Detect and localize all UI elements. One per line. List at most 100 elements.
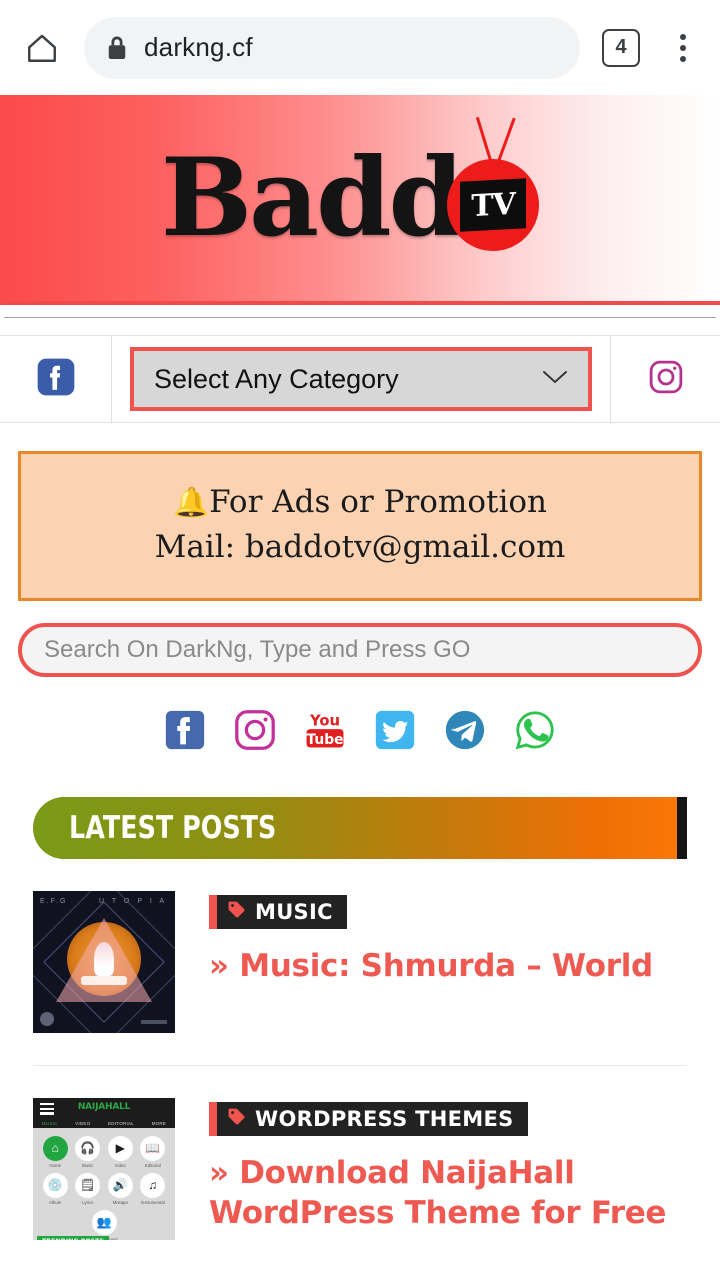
- status-badge[interactable]: MUSIC: [209, 894, 347, 929]
- status-badge[interactable]: WORDPRESS THEMES: [209, 1101, 528, 1136]
- latest-posts-banner: LATEST POSTS: [33, 796, 677, 859]
- youtube-icon[interactable]: You Tube: [301, 706, 349, 754]
- site-logo: Badd TV: [160, 116, 540, 261]
- browser-toolbar: darkng.cf 4: [0, 0, 720, 95]
- banner-gap: [0, 305, 720, 317]
- naijahall-label-home: Home: [49, 1162, 62, 1168]
- home-icon: ⌂: [42, 1135, 68, 1161]
- label-mark-right: [141, 1019, 167, 1024]
- disc-icon: 💿: [42, 1172, 68, 1198]
- tag-icon: [227, 900, 246, 924]
- latest-posts-title: LATEST POSTS: [69, 809, 277, 846]
- album-art-left-text: E.F.G: [40, 897, 68, 905]
- label-mark-icon: [40, 1011, 54, 1026]
- naijahall-cell-mixtape: 🔊 Mixtape: [105, 1172, 135, 1205]
- naijahall-cell-instrumental: ♫ Instrumental: [138, 1172, 168, 1205]
- post-title-link[interactable]: » Music: Shmurda – World: [209, 947, 687, 987]
- post-list: E.F.G U T O P I A MUSIC » Music: Shmurda…: [33, 859, 687, 1272]
- naijahall-label-instrumental: Instrumental: [140, 1199, 165, 1205]
- music-note-icon: ♫: [140, 1172, 166, 1198]
- nav-facebook-link[interactable]: [0, 336, 112, 422]
- category-select-label: Select Any Category: [154, 363, 399, 394]
- speaker-icon: 🔊: [107, 1172, 133, 1198]
- tab-counter-button[interactable]: 4: [602, 28, 640, 67]
- list-item[interactable]: E.F.G U T O P I A MUSIC » Music: Shmurda…: [33, 859, 687, 1065]
- buddha-figure: [94, 941, 114, 976]
- site-logo-text: Badd: [160, 135, 464, 261]
- url-text: darkng.cf: [144, 32, 253, 62]
- naijahall-label-video: Video: [114, 1162, 126, 1168]
- instagram-icon[interactable]: [231, 706, 279, 754]
- instagram-icon: [645, 356, 687, 403]
- category-select-container: Select Any Category: [112, 336, 610, 422]
- naijahall-header: NAIJAHALL MUSIC VIDEO EDITORIAL MORE: [33, 1097, 175, 1128]
- site-logo-banner: Badd TV: [0, 95, 720, 305]
- naijahall-tabs: MUSIC VIDEO EDITORIAL MORE: [33, 1121, 175, 1126]
- twitter-icon[interactable]: [371, 706, 419, 754]
- naijahall-logo-text: NAIJAHALL: [77, 1101, 131, 1112]
- trending-posts-badge: TRENDING POSTS: [37, 1235, 110, 1240]
- search-box[interactable]: [18, 622, 702, 677]
- naijahall-cell-editorial: 📖 Editorial: [138, 1135, 168, 1168]
- telegram-icon[interactable]: [441, 706, 489, 754]
- naijahall-cell-home: ⌂ Home: [40, 1135, 70, 1168]
- svg-text:Tube: Tube: [306, 732, 343, 748]
- search-container: [18, 622, 702, 677]
- post-title-link[interactable]: » Download NaijaHall WordPress Theme for…: [209, 1154, 687, 1233]
- svg-text:You: You: [309, 712, 340, 729]
- naijahall-cell-video: ▶ Video: [105, 1135, 135, 1168]
- people-icon: 👥: [91, 1209, 117, 1235]
- naijahall-cell-album: 💿 Album: [40, 1172, 70, 1205]
- post-thumbnail[interactable]: E.F.G U T O P I A: [33, 890, 175, 1033]
- list-item[interactable]: NAIJAHALL MUSIC VIDEO EDITORIAL MORE ⌂ H…: [33, 1064, 687, 1272]
- naijahall-screenshot-image: NAIJAHALL MUSIC VIDEO EDITORIAL MORE ⌂ H…: [33, 1097, 175, 1240]
- naijahall-tab-video: VIDEO: [75, 1120, 91, 1126]
- social-links-strip: You Tube: [0, 701, 720, 759]
- ads-promotion-box: 🔔For Ads or Promotion Mail: baddotv@gmai…: [18, 451, 702, 601]
- naijahall-label-music: Music: [82, 1162, 94, 1168]
- play-icon: ▶: [107, 1135, 133, 1161]
- ads-line-2: Mail: baddotv@gmail.com: [154, 528, 566, 565]
- naijahall-icon-row: 💿 Album 🗒 Lyrics 🔊 Mixtape ♫ Instrumenta…: [39, 1172, 169, 1205]
- book-icon: 📖: [140, 1135, 166, 1161]
- naijahall-cell-music: 🎧 Music: [73, 1135, 103, 1168]
- tv-logo-badge-text: TV: [460, 178, 527, 232]
- bell-icon: 🔔: [173, 485, 210, 519]
- naijahall-icon-grid: ⌂ Home 🎧 Music ▶ Video 📖 Editorial 💿 Alb…: [33, 1128, 175, 1240]
- naijahall-tab-editorial: EDITORIAL: [108, 1120, 135, 1126]
- facebook-icon[interactable]: [161, 706, 209, 754]
- buddha-base: [81, 975, 127, 985]
- naijahall-tab-music: MUSIC: [41, 1120, 58, 1126]
- lock-icon: [106, 35, 128, 61]
- tv-logo-icon: TV: [447, 116, 540, 251]
- home-icon[interactable]: [20, 26, 64, 70]
- category-label: WORDPRESS THEMES: [255, 1106, 514, 1131]
- naijahall-cell-lyrics: 🗒 Lyrics: [73, 1172, 103, 1205]
- facebook-icon: [34, 355, 78, 404]
- chevron-down-icon: [542, 369, 568, 390]
- address-bar[interactable]: darkng.cf: [84, 16, 580, 79]
- post-body: WORDPRESS THEMES » Download NaijaHall Wo…: [209, 1098, 687, 1233]
- category-label: MUSIC: [255, 899, 333, 924]
- category-nav-bar: Select Any Category: [0, 335, 720, 423]
- nav-instagram-link[interactable]: [610, 336, 720, 422]
- thin-divider-strip: [4, 317, 716, 335]
- post-body: MUSIC » Music: Shmurda – World: [209, 891, 687, 987]
- tag-icon: [227, 1107, 246, 1131]
- search-input[interactable]: [44, 635, 676, 664]
- naijahall-label-album: Album: [49, 1199, 62, 1205]
- latest-posts-header: LATEST POSTS: [33, 796, 687, 859]
- post-thumbnail[interactable]: NAIJAHALL MUSIC VIDEO EDITORIAL MORE ⌂ H…: [33, 1097, 175, 1240]
- note-page-icon: 🗒: [75, 1172, 101, 1198]
- overflow-menu-icon[interactable]: [666, 26, 700, 70]
- naijahall-label-mixtape: Mixtape: [112, 1199, 128, 1205]
- headphones-icon: 🎧: [75, 1135, 101, 1161]
- latest-posts-end-bar: [677, 796, 687, 859]
- naijahall-label-editorial: Editorial: [144, 1162, 161, 1168]
- category-select[interactable]: Select Any Category: [130, 347, 592, 411]
- naijahall-tab-more: MORE: [151, 1120, 167, 1126]
- naijahall-icon-row: ⌂ Home 🎧 Music ▶ Video 📖 Editorial: [39, 1135, 169, 1168]
- ads-line-1: 🔔For Ads or Promotion: [37, 480, 683, 525]
- whatsapp-icon[interactable]: [511, 706, 559, 754]
- hamburger-menu-icon: [40, 1102, 54, 1117]
